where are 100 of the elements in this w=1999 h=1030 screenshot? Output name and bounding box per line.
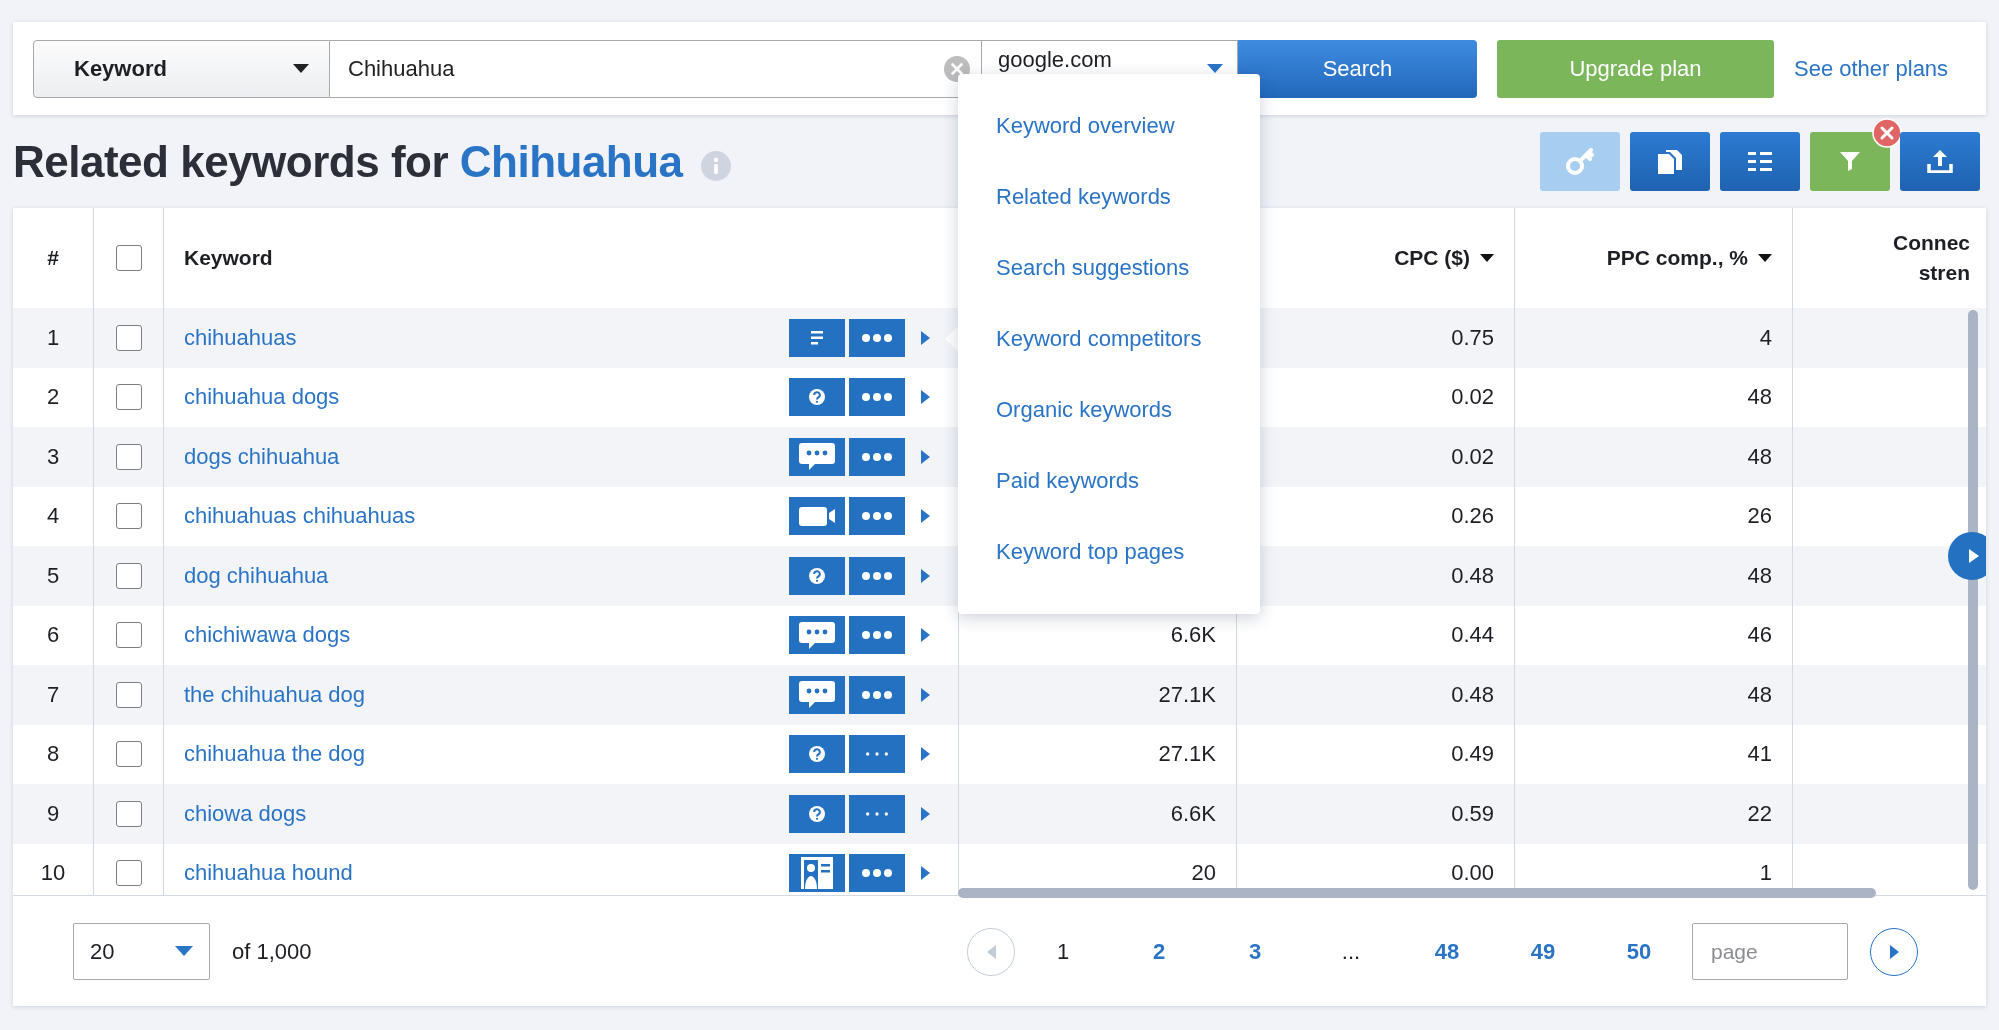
play-arrow-icon xyxy=(921,866,930,881)
expand-button[interactable] xyxy=(921,628,930,643)
row-number: 3 xyxy=(45,442,61,471)
page-link[interactable]: 49 xyxy=(1495,938,1591,965)
more-button[interactable] xyxy=(849,616,905,655)
more-button[interactable] xyxy=(849,854,905,893)
more-button[interactable] xyxy=(849,556,905,595)
row-checkbox[interactable] xyxy=(115,503,142,530)
row-checkbox[interactable] xyxy=(115,741,142,768)
play-arrow-icon xyxy=(921,806,930,821)
keyword-link[interactable]: dog chihuahua xyxy=(184,562,329,589)
expand-button[interactable] xyxy=(921,747,930,762)
row-checkbox[interactable] xyxy=(115,622,142,649)
more-button[interactable] xyxy=(849,735,905,774)
play-arrow-icon xyxy=(921,330,930,345)
table-cell: 0.26 xyxy=(1451,503,1494,530)
serp-feature-button[interactable] xyxy=(789,675,845,714)
serp-feature-button[interactable] xyxy=(789,556,845,595)
menu-item[interactable]: Keyword competitors xyxy=(958,303,1260,374)
more-button[interactable] xyxy=(849,794,905,833)
menu-item[interactable]: Organic keywords xyxy=(958,374,1260,445)
export-button[interactable] xyxy=(1900,132,1980,191)
keyword-link[interactable]: chihuahua hound xyxy=(184,860,353,887)
table-cell: 48 xyxy=(1747,681,1772,708)
keyword-link[interactable]: chihuahuas xyxy=(184,324,297,351)
per-page-select[interactable]: 20 xyxy=(73,923,210,980)
expand-button[interactable] xyxy=(921,509,930,524)
keyword-link[interactable]: dogs chihuahua xyxy=(184,443,340,470)
plans-link[interactable]: See other plans xyxy=(1794,55,1949,82)
row-checkbox[interactable] xyxy=(115,681,142,708)
horizontal-scrollbar[interactable] xyxy=(958,888,1876,898)
expand-button[interactable] xyxy=(921,687,930,702)
menu-item[interactable]: Search suggestions xyxy=(958,232,1260,303)
row-number: 4 xyxy=(45,502,61,531)
sort-caret-icon xyxy=(1480,253,1494,263)
expand-button[interactable] xyxy=(921,568,930,583)
row-number: 2 xyxy=(45,383,61,412)
play-arrow-icon xyxy=(921,628,930,643)
serp-feature-button[interactable] xyxy=(789,616,845,655)
row-checkbox[interactable] xyxy=(115,562,142,589)
expand-button[interactable] xyxy=(921,866,930,881)
keyword-link[interactable]: chihuahua the dog xyxy=(184,741,366,768)
page-link[interactable]: 2 xyxy=(1111,938,1207,965)
keyword-link[interactable]: chihuahuas chihuahuas xyxy=(184,503,416,530)
question-icon xyxy=(809,805,825,822)
serp-feature-button[interactable] xyxy=(789,497,845,536)
row-checkbox[interactable] xyxy=(115,443,142,470)
search-field[interactable]: Chihuahua xyxy=(330,39,982,98)
serp-feature-button[interactable] xyxy=(789,437,845,476)
upgrade-button[interactable]: Upgrade plan xyxy=(1497,39,1774,98)
menu-item[interactable]: Paid keywords xyxy=(958,445,1260,516)
menu-item[interactable]: Keyword top pages xyxy=(958,516,1260,587)
serp-feature-button[interactable] xyxy=(789,735,845,774)
serp-feature-button[interactable] xyxy=(789,318,845,357)
next-page-button[interactable] xyxy=(1870,927,1918,976)
row-checkbox[interactable] xyxy=(115,384,142,411)
table-cell: 0.44 xyxy=(1451,622,1494,649)
keyword-link[interactable]: chiowa dogs xyxy=(184,800,307,827)
page-link[interactable]: 50 xyxy=(1591,938,1687,965)
remove-badge-icon[interactable] xyxy=(1872,118,1902,148)
keyword-link[interactable]: chihuahua dogs xyxy=(184,384,340,411)
more-button[interactable] xyxy=(849,497,905,536)
expand-button[interactable] xyxy=(921,449,930,464)
table-cell: 0.48 xyxy=(1451,562,1494,589)
vertical-scrollbar[interactable] xyxy=(1968,310,1978,890)
expand-button[interactable] xyxy=(921,806,930,821)
serp-feature-button[interactable] xyxy=(789,378,845,417)
row-checkbox[interactable] xyxy=(115,800,142,827)
more-icon xyxy=(862,333,892,342)
serp-feature-button[interactable] xyxy=(789,794,845,833)
page-link[interactable]: 48 xyxy=(1399,938,1495,965)
more-button[interactable] xyxy=(849,378,905,417)
expand-button[interactable] xyxy=(921,330,930,345)
more-button[interactable] xyxy=(849,437,905,476)
expand-button[interactable] xyxy=(921,390,930,405)
more-icon xyxy=(862,393,892,402)
column-header[interactable]: CPC ($) xyxy=(1394,246,1494,270)
keyword-link[interactable]: chichiwawa dogs xyxy=(184,622,351,649)
row-checkbox[interactable] xyxy=(115,324,142,351)
select-all-checkbox[interactable] xyxy=(115,245,142,271)
contact-card-icon xyxy=(801,857,833,890)
more-icon xyxy=(862,512,892,521)
page-field[interactable]: page xyxy=(1692,923,1848,980)
row-checkbox[interactable] xyxy=(115,860,142,887)
caret-icon xyxy=(293,63,309,74)
search-button[interactable]: Search xyxy=(1238,39,1477,98)
page-link[interactable]: 1 xyxy=(1015,938,1111,965)
filter-button[interactable] xyxy=(1810,132,1890,191)
column-header[interactable]: PPC comp., % xyxy=(1606,246,1772,270)
menu-item[interactable]: Related keywords xyxy=(958,161,1260,232)
more-button[interactable] xyxy=(849,318,905,357)
table-cell: 0.59 xyxy=(1451,800,1494,827)
more-button[interactable] xyxy=(849,675,905,714)
column-header: Connec stren xyxy=(1892,230,1970,286)
copy-button[interactable] xyxy=(1630,132,1710,191)
page-link[interactable]: 3 xyxy=(1207,938,1303,965)
serp-feature-button[interactable] xyxy=(789,854,845,893)
keyword-link[interactable]: the chihuahua dog xyxy=(184,681,366,708)
mode-select[interactable]: Keyword xyxy=(33,39,330,98)
columns-button[interactable] xyxy=(1720,132,1800,191)
